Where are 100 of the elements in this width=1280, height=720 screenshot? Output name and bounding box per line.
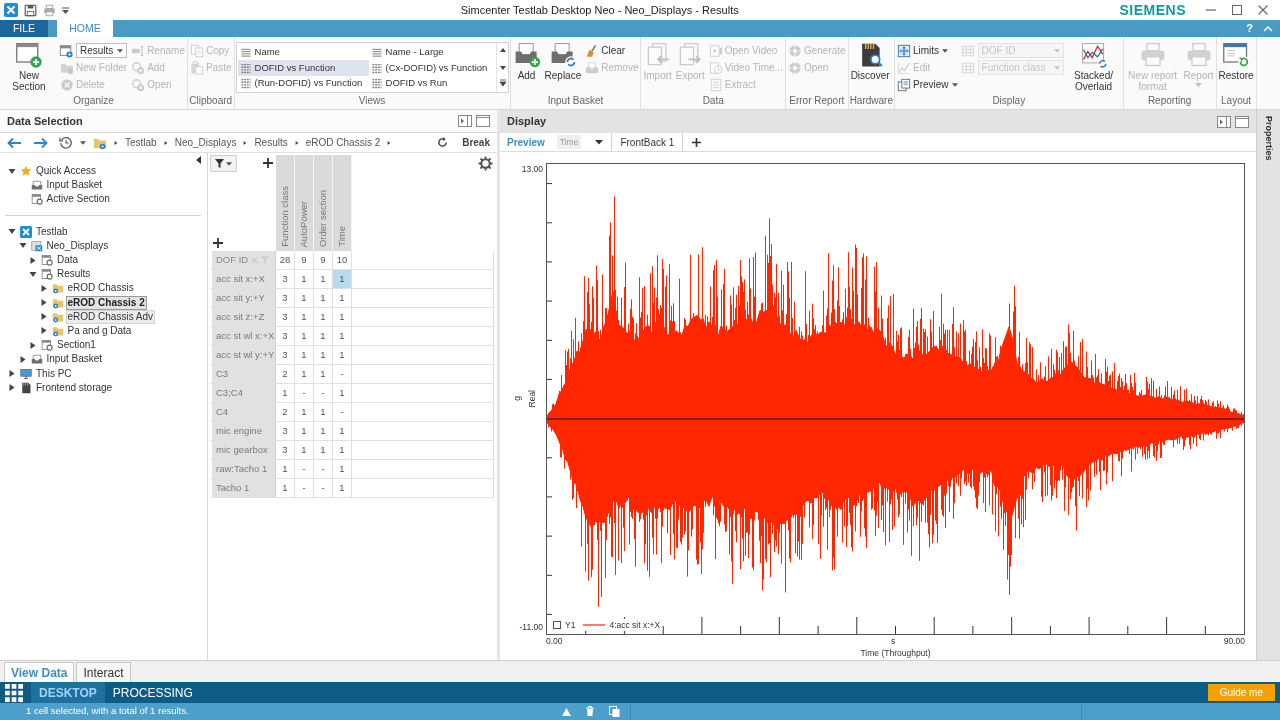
caret-down-icon[interactable] [8, 228, 16, 236]
row-header[interactable]: mic engine [212, 422, 276, 440]
row-header[interactable]: acc st wl x:+X [212, 327, 276, 345]
row-header[interactable]: mic gearbox [212, 441, 276, 459]
tree-item[interactable]: Active Section [44, 192, 112, 207]
caret-right-icon[interactable] [294, 139, 299, 146]
ribbon-button[interactable]: Add [511, 41, 542, 93]
ribbon-button[interactable]: New Section [1, 41, 57, 93]
tree-item[interactable]: Input Basket [44, 178, 105, 193]
dock-panel-icon[interactable] [1217, 115, 1231, 128]
row-header[interactable]: C3;C4 [212, 384, 276, 402]
app-grid-icon[interactable] [5, 683, 23, 702]
refresh-icon[interactable] [436, 136, 450, 149]
tree-item[interactable]: Data [55, 253, 81, 268]
tree-item[interactable]: Neo_Displays [44, 238, 111, 253]
caret-right-icon[interactable] [39, 284, 48, 292]
tree-item[interactable]: This PC [34, 366, 74, 381]
ribbon-button[interactable]: Discover [849, 41, 891, 93]
row-header[interactable]: Tacho 1 [212, 479, 276, 497]
workspace-tab[interactable]: PROCESSING [104, 682, 201, 703]
workspace-tab[interactable]: DESKTOP [31, 682, 105, 703]
caret-right-icon[interactable] [114, 139, 118, 146]
ribbon-tab[interactable]: HOME [57, 20, 113, 37]
add-tab-icon[interactable] [692, 137, 702, 147]
filter-button[interactable] [210, 155, 237, 172]
tree-item[interactable]: Pa and g Data [65, 323, 134, 338]
app-logo-icon[interactable] [4, 3, 18, 17]
display-tab[interactable]: FrontBack 1 [611, 133, 684, 151]
tree-item[interactable]: Input Basket [44, 352, 105, 367]
settings-icon[interactable] [478, 156, 493, 171]
break-button[interactable]: Break [462, 135, 490, 150]
tree-item[interactable]: Frontend storage [34, 380, 115, 395]
caret-right-icon[interactable] [163, 139, 168, 146]
caret-right-icon[interactable] [39, 299, 48, 307]
maximize-panel-icon[interactable] [476, 115, 490, 127]
add-row-icon[interactable] [213, 238, 223, 248]
dropdown[interactable]: Results [76, 43, 128, 58]
view-tab[interactable]: Interact [76, 662, 131, 682]
row-header[interactable]: acc sit x:+X [212, 270, 276, 288]
collapse-ribbon-icon[interactable] [1263, 24, 1273, 33]
ribbon-button[interactable]: Restore [1217, 41, 1255, 93]
breadcrumb-link[interactable]: Testlab [125, 135, 157, 150]
tree-item[interactable]: eROD Chassis 2 [65, 295, 147, 310]
row-header[interactable]: acc sit z:+Z [212, 308, 276, 326]
close-icon[interactable] [1258, 5, 1268, 15]
tree-item[interactable]: Section1 [55, 338, 98, 353]
row-header[interactable]: acc sit y:+Y [212, 289, 276, 307]
breadcrumb-link[interactable]: Neo_Displays [174, 135, 237, 150]
breadcrumb-link[interactable]: eROD Chassis 2 [305, 135, 381, 150]
row-header[interactable]: C3 [212, 365, 276, 383]
tree-item[interactable]: eROD Chassis [65, 281, 136, 296]
ribbon-button[interactable]: Clear [584, 42, 640, 59]
preview-toggle[interactable]: Preview [506, 133, 546, 151]
forward-arrow-icon[interactable] [33, 136, 48, 149]
caret-down-icon[interactable] [595, 139, 604, 145]
back-arrow-icon[interactable] [7, 136, 22, 149]
gallery-item[interactable]: (Run-DOFID) vs Function [237, 75, 369, 92]
caret-down-icon[interactable] [29, 270, 37, 278]
caret-right-icon[interactable] [387, 139, 392, 146]
caret-right-icon[interactable] [8, 370, 16, 378]
ribbon-button[interactable]: Replace [543, 41, 583, 93]
maximize-panel-icon[interactable] [1235, 115, 1249, 128]
triangle-up-icon[interactable] [562, 707, 571, 716]
table-cell[interactable]: 1 [333, 270, 352, 288]
collapse-panel-icon[interactable] [196, 156, 201, 164]
caret-right-icon[interactable] [243, 139, 248, 146]
gallery-item[interactable]: DOFID vs Run [368, 75, 495, 92]
caret-right-icon[interactable] [29, 256, 37, 264]
caret-right-icon[interactable] [8, 384, 16, 392]
view-tab[interactable]: View Data [4, 662, 75, 682]
breadcrumb-link[interactable]: Results [254, 135, 288, 150]
properties-tab[interactable]: Properties [1261, 116, 1276, 161]
caret-right-icon[interactable] [39, 327, 48, 335]
caret-right-icon[interactable] [18, 355, 27, 363]
gallery-item[interactable]: Name - Large [368, 44, 495, 60]
history-icon[interactable] [59, 135, 73, 150]
tree-item[interactable]: Testlab [34, 224, 70, 239]
tree-item[interactable]: Results [55, 267, 93, 282]
row-header[interactable]: raw:Tacho 1 [212, 460, 276, 478]
gallery-item[interactable]: DOFID vs Function [237, 59, 369, 76]
caret-down-icon[interactable] [62, 6, 69, 14]
copy-icon[interactable] [609, 706, 620, 717]
gallery-item[interactable]: (Cx-DOFID) vs Function [368, 59, 495, 76]
caret-right-icon[interactable] [39, 313, 48, 321]
caret-down-icon[interactable] [8, 167, 16, 175]
caret-down-icon[interactable] [18, 242, 27, 250]
caret-down-icon[interactable] [80, 140, 86, 145]
ribbon-button[interactable]: Stacked/ Overlaid [1065, 41, 1122, 93]
checkbox[interactable] [553, 621, 561, 629]
gallery-item[interactable]: Name [237, 44, 369, 60]
tree-item[interactable]: Quick Access [34, 164, 99, 179]
caret-right-icon[interactable] [29, 341, 37, 349]
trash-icon[interactable] [585, 706, 595, 717]
save-icon[interactable] [24, 3, 37, 17]
ribbon-tab[interactable]: FILE [0, 20, 48, 37]
ribbon-button[interactable]: Preview [896, 76, 959, 93]
maximize-icon[interactable] [1232, 5, 1242, 15]
ribbon-button[interactable]: Limits [896, 42, 959, 59]
row-header[interactable]: acc st wl y:+Y [212, 346, 276, 364]
add-column-icon[interactable] [263, 158, 273, 168]
